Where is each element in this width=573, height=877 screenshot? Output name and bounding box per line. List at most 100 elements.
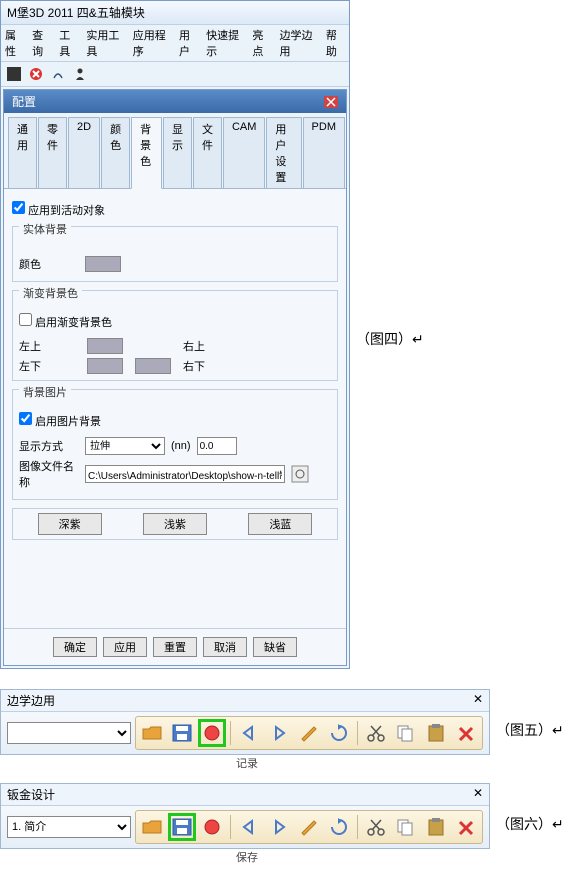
menu-user[interactable]: 用户 bbox=[179, 27, 198, 59]
file-path-input[interactable] bbox=[85, 465, 285, 483]
paste-icon[interactable] bbox=[422, 813, 450, 841]
menu-query[interactable]: 查询 bbox=[32, 27, 51, 59]
menu-tools[interactable]: 工具 bbox=[59, 27, 78, 59]
sheetmetal-panel-title: 钣金设计 bbox=[7, 786, 55, 803]
dialog-body: 应用到活动对象 实体背景 颜色 渐变背景色 启用渐变背景色 左上 右 bbox=[4, 189, 346, 628]
back-arrow-icon[interactable] bbox=[235, 719, 263, 747]
save-icon[interactable] bbox=[168, 719, 196, 747]
tab-file[interactable]: 文件 bbox=[193, 117, 222, 188]
forward-arrow-icon[interactable] bbox=[265, 719, 293, 747]
tab-part[interactable]: 零件 bbox=[38, 117, 67, 188]
sheetmetal-panel: 钣金设计 ✕ 1. 简介 bbox=[0, 783, 490, 849]
group-solid-bg: 实体背景 颜色 bbox=[12, 226, 338, 282]
rotate-icon[interactable] bbox=[325, 719, 353, 747]
learn-panel-title: 边学边用 bbox=[7, 692, 55, 709]
figure-5-label: （图五）↵ bbox=[496, 720, 564, 740]
tab-pdm[interactable]: PDM bbox=[303, 117, 345, 188]
tab-bgcolor[interactable]: 背景色 bbox=[131, 117, 162, 189]
swatch-top-left[interactable] bbox=[87, 338, 123, 354]
color-swatch[interactable] bbox=[85, 256, 121, 272]
default-button[interactable]: 缺省 bbox=[253, 637, 297, 657]
dialog-close-icon[interactable] bbox=[324, 96, 338, 108]
sub-toolbar bbox=[1, 62, 349, 87]
record-icon[interactable] bbox=[198, 719, 226, 747]
open-folder-icon[interactable] bbox=[138, 719, 166, 747]
tb-icon-3[interactable] bbox=[49, 65, 67, 83]
preset-lightpurple[interactable]: 浅紫 bbox=[143, 513, 207, 535]
config-dialog: 配置 通用 零件 2D 颜色 背景色 显示 文件 CAM 用户设置 PDM 应用… bbox=[3, 89, 347, 666]
pencil-icon[interactable] bbox=[295, 719, 323, 747]
menu-help[interactable]: 帮助 bbox=[326, 27, 345, 59]
forward-arrow-icon[interactable] bbox=[265, 813, 293, 841]
app-title: M堡3D 2011 四&五轴模块 bbox=[1, 1, 349, 25]
preset-buttons: 深紫 浅紫 浅蓝 bbox=[12, 508, 338, 540]
menu-learn[interactable]: 边学边用 bbox=[280, 27, 318, 59]
tab-2d[interactable]: 2D bbox=[68, 117, 100, 188]
menu-properties[interactable]: 属性 bbox=[5, 27, 24, 59]
learn-dropdown[interactable] bbox=[7, 722, 131, 744]
ok-button[interactable]: 确定 bbox=[53, 637, 97, 657]
cancel-button[interactable]: 取消 bbox=[203, 637, 247, 657]
person-icon[interactable] bbox=[71, 65, 89, 83]
save-annotation: 保存 bbox=[236, 852, 258, 864]
back-arrow-icon[interactable] bbox=[235, 813, 263, 841]
preset-lightblue[interactable]: 浅蓝 bbox=[248, 513, 312, 535]
menu-utilities[interactable]: 实用工具 bbox=[86, 27, 124, 59]
dialog-buttons: 确定 应用 重置 取消 缺省 bbox=[4, 628, 346, 665]
menu-programs[interactable]: 应用程序 bbox=[133, 27, 171, 59]
app-window: M堡3D 2011 四&五轴模块 属性 查询 工具 实用工具 应用程序 用户 快… bbox=[0, 0, 350, 669]
group-bg-image: 背景图片 启用图片背景 显示方式 拉伸 (nn) 图像文件名称 bbox=[12, 389, 338, 500]
browse-button[interactable] bbox=[291, 465, 309, 483]
delete-icon[interactable] bbox=[452, 813, 480, 841]
close-icon[interactable] bbox=[27, 65, 45, 83]
tab-color[interactable]: 颜色 bbox=[101, 117, 130, 188]
label-bottom-left: 左下 bbox=[19, 358, 79, 374]
figure-6-label: （图六）↵ bbox=[496, 814, 564, 834]
copy-icon[interactable] bbox=[392, 813, 420, 841]
enable-gradient-checkbox[interactable]: 启用渐变背景色 bbox=[19, 317, 112, 329]
menu-highlights[interactable]: 亮点 bbox=[252, 27, 271, 59]
mode-combo[interactable]: 拉伸 bbox=[85, 437, 165, 455]
menubar: 属性 查询 工具 实用工具 应用程序 用户 快速提示 亮点 边学边用 帮助 bbox=[1, 25, 349, 62]
mode-label: 显示方式 bbox=[19, 438, 79, 454]
open-folder-icon[interactable] bbox=[138, 813, 166, 841]
size-unit: (nn) bbox=[171, 440, 191, 452]
learn-panel-close-icon[interactable]: ✕ bbox=[473, 692, 483, 709]
file-label: 图像文件名称 bbox=[19, 458, 79, 490]
copy-icon[interactable] bbox=[392, 719, 420, 747]
tabs: 通用 零件 2D 颜色 背景色 显示 文件 CAM 用户设置 PDM bbox=[4, 113, 346, 189]
menu-quicktips[interactable]: 快速提示 bbox=[206, 27, 244, 59]
record-annotation: 记录 bbox=[236, 758, 258, 770]
pencil-icon[interactable] bbox=[295, 813, 323, 841]
preset-darkpurple[interactable]: 深紫 bbox=[38, 513, 102, 535]
color-label: 颜色 bbox=[19, 256, 79, 272]
sheetmetal-dropdown[interactable]: 1. 简介 bbox=[7, 816, 131, 838]
swatch-bottom-right[interactable] bbox=[135, 358, 171, 374]
tab-display[interactable]: 显示 bbox=[163, 117, 192, 188]
tb-icon-1[interactable] bbox=[5, 65, 23, 83]
tab-usersettings[interactable]: 用户设置 bbox=[266, 117, 301, 188]
learn-toolbar bbox=[135, 716, 483, 750]
save-icon[interactable] bbox=[168, 813, 196, 841]
apply-button[interactable]: 应用 bbox=[103, 637, 147, 657]
tab-cam[interactable]: CAM bbox=[223, 117, 265, 188]
reset-button[interactable]: 重置 bbox=[153, 637, 197, 657]
tab-general[interactable]: 通用 bbox=[8, 117, 37, 188]
label-top-right: 右上 bbox=[183, 338, 243, 354]
cut-icon[interactable] bbox=[362, 813, 390, 841]
learn-panel: 边学边用 ✕ bbox=[0, 689, 490, 755]
sheetmetal-panel-close-icon[interactable]: ✕ bbox=[473, 786, 483, 803]
apply-active-checkbox[interactable]: 应用到活动对象 bbox=[12, 205, 105, 217]
figure-4-label: （图四）↵ bbox=[356, 329, 424, 349]
paste-icon[interactable] bbox=[422, 719, 450, 747]
size-input[interactable] bbox=[197, 437, 237, 455]
rotate-icon[interactable] bbox=[325, 813, 353, 841]
swatch-bottom-left[interactable] bbox=[87, 358, 123, 374]
dialog-title: 配置 bbox=[12, 93, 36, 110]
cut-icon[interactable] bbox=[362, 719, 390, 747]
label-bottom-right: 右下 bbox=[183, 358, 243, 374]
record-icon[interactable] bbox=[198, 813, 226, 841]
dialog-titlebar: 配置 bbox=[4, 90, 346, 113]
enable-image-checkbox[interactable]: 启用图片背景 bbox=[19, 416, 101, 428]
delete-icon[interactable] bbox=[452, 719, 480, 747]
